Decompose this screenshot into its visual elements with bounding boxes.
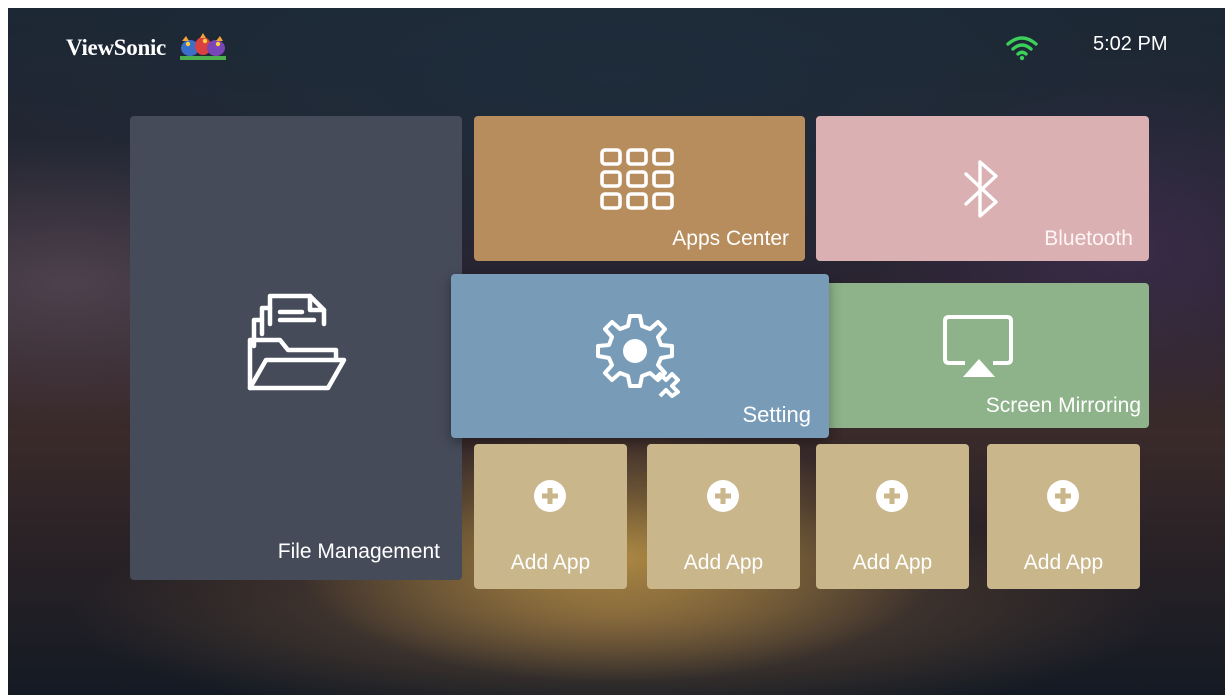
- apps-center-tile[interactable]: Apps Center: [474, 116, 805, 261]
- screen-mirroring-label: Screen Mirroring: [985, 394, 1141, 417]
- screen-mirroring-tile[interactable]: Screen Mirroring: [823, 283, 1149, 428]
- folder-documents-icon: [247, 293, 347, 391]
- add-app-label: Add App: [1023, 551, 1104, 574]
- bluetooth-tile[interactable]: Bluetooth: [816, 116, 1149, 261]
- app-grid-icon: [600, 148, 674, 210]
- setting-label: Setting: [742, 402, 812, 427]
- clock: 5:02 PM: [1093, 33, 1168, 55]
- setting-tile[interactable]: Setting: [451, 274, 829, 438]
- add-app-tile-1[interactable]: Add App: [474, 444, 627, 589]
- add-app-tile-4[interactable]: Add App: [987, 444, 1140, 589]
- screen-mirroring-icon: [943, 315, 1013, 377]
- add-app-label: Add App: [683, 551, 764, 574]
- bluetooth-label: Bluetooth: [1044, 227, 1133, 250]
- apps-center-label: Apps Center: [672, 227, 789, 250]
- add-app-label: Add App: [852, 551, 933, 574]
- plus-circle-icon: [876, 480, 908, 512]
- file-management-label: File Management: [277, 540, 440, 563]
- gear-icon: [596, 314, 680, 398]
- plus-circle-icon: [1047, 480, 1079, 512]
- add-app-label: Add App: [510, 551, 591, 574]
- bluetooth-icon: [964, 160, 998, 218]
- home-screen: ViewSonic 5:02 PM File Management Apps C…: [8, 8, 1225, 695]
- wifi-icon: [1006, 36, 1038, 61]
- file-management-tile[interactable]: File Management: [130, 116, 462, 580]
- plus-circle-icon: [707, 480, 739, 512]
- viewsonic-birds-logo-icon: [179, 33, 226, 60]
- brand-name: ViewSonic: [66, 35, 166, 60]
- plus-circle-icon: [534, 480, 566, 512]
- brand-logo: ViewSonic: [66, 32, 228, 64]
- add-app-tile-2[interactable]: Add App: [647, 444, 800, 589]
- add-app-tile-3[interactable]: Add App: [816, 444, 969, 589]
